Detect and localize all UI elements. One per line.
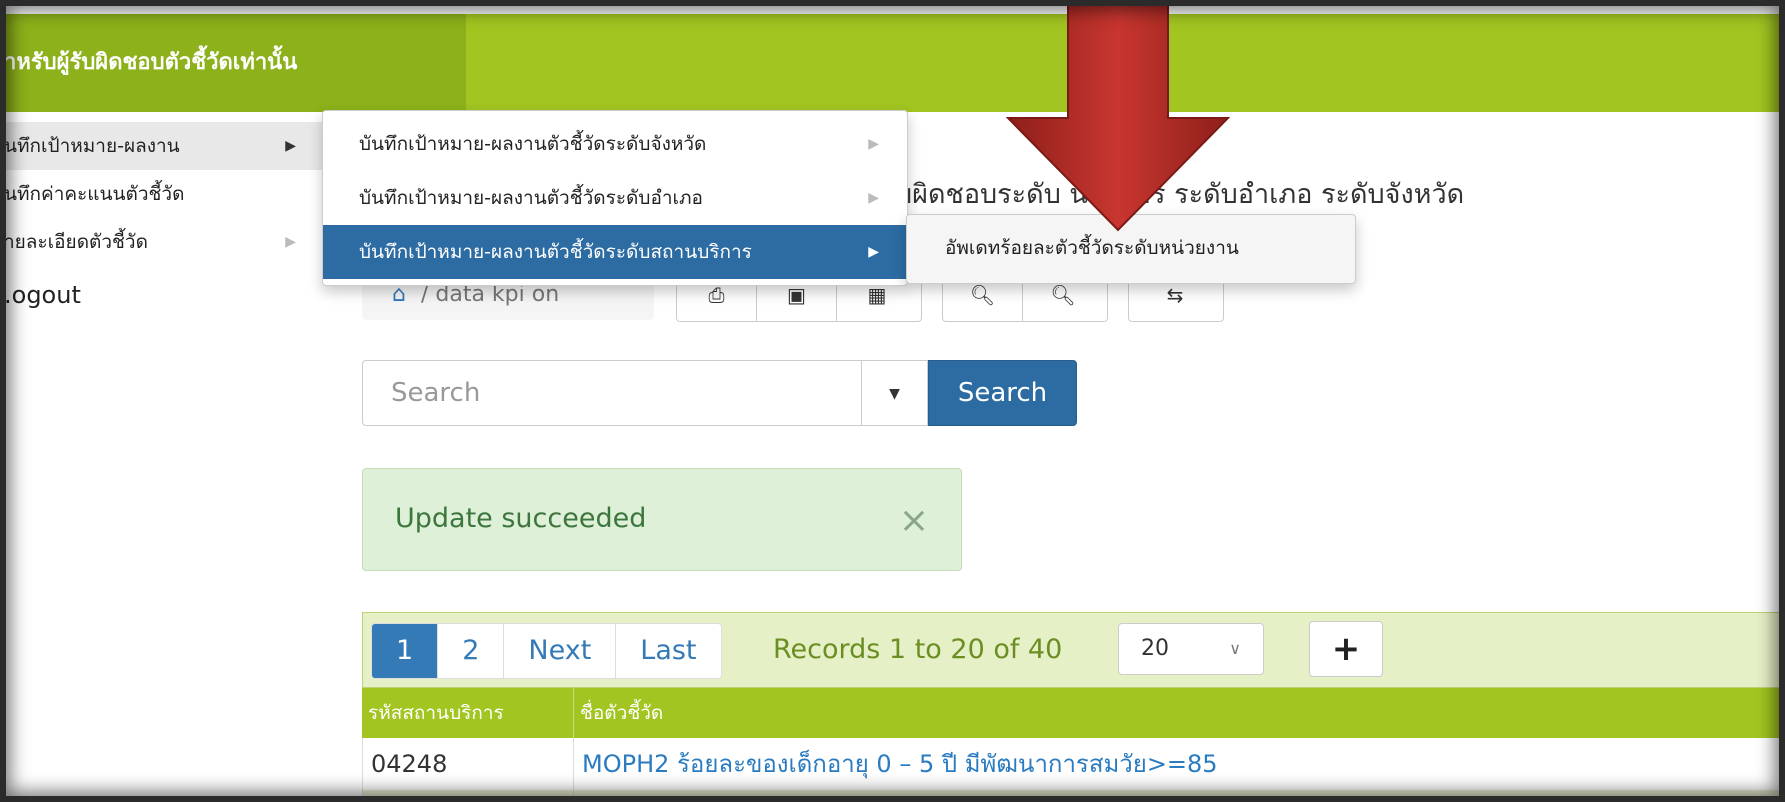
- menu-item-district-level[interactable]: บันทึกเป้าหมาย-ผลงานตัวชี้วัดระดับอำเภอ …: [323, 171, 907, 225]
- page-1-button[interactable]: 1: [372, 624, 439, 678]
- close-icon[interactable]: ×: [899, 469, 929, 573]
- caret-down-icon: ▼: [889, 386, 900, 402]
- sidebar-item-kpi-detail[interactable]: ายละเอียดตัวชี้วัด ▶: [0, 218, 322, 266]
- top-navbar: าหรับผู้รับผิดชอบตัวชี้วัดเท่านั้น: [0, 14, 1785, 112]
- sidebar-item-label: ันทึกเป้าหมาย-ผลงาน: [4, 135, 180, 157]
- page-size-value: 20: [1141, 636, 1169, 661]
- next-page-button[interactable]: Next: [504, 624, 617, 678]
- caret-right-icon: ▶: [868, 244, 879, 260]
- sidebar-item-label: .ogout: [4, 281, 81, 309]
- sidebar-menu: ันทึกเป้าหมาย-ผลงาน ▶ ันทึกค่าคะแนนตัวชี…: [0, 122, 322, 324]
- cell-kpi-name-link[interactable]: MOPH2 ร้อยละของเด็กอายุ 0 – 5 ปี มีพัฒนา…: [574, 738, 1785, 790]
- cell-code: [362, 790, 574, 802]
- cell-kpi-name: [574, 790, 1785, 802]
- column-header-kpi-name[interactable]: ชื่อตัวชี้วัด: [574, 688, 1785, 738]
- cell-code: 04248: [362, 738, 574, 790]
- table-row: [362, 790, 1785, 802]
- alert-message: Update succeeded: [395, 503, 647, 534]
- menu-item-province-level[interactable]: บันทึกเป้าหมาย-ผลงานตัวชี้วัดระดับจังหวั…: [323, 117, 907, 171]
- grid-header: รหัสสถานบริการ ชื่อตัวชี้วัด: [362, 688, 1785, 738]
- grid-toolbar: 1 2 Next Last Records 1 to 20 of 40 20 ∨…: [362, 612, 1785, 688]
- page-size-select[interactable]: 20 ∨: [1118, 623, 1264, 675]
- records-count: Records 1 to 20 of 40: [773, 634, 1063, 665]
- search-button[interactable]: Search: [928, 360, 1077, 426]
- menu-item-label: บันทึกเป้าหมาย-ผลงานตัวชี้วัดระดับอำเภอ: [359, 187, 703, 209]
- page: าหรับผู้รับผิดชอบตัวชี้วัดเท่านั้น ันทึก…: [0, 0, 1785, 802]
- sidebar-item-label: ันทึกค่าคะแนนตัวชี้วัด: [4, 183, 185, 205]
- chevron-down-icon: ∨: [1229, 639, 1241, 658]
- caret-right-icon: ▶: [868, 136, 879, 152]
- add-record-button[interactable]: +: [1309, 621, 1383, 677]
- caret-right-icon: ▶: [868, 190, 879, 206]
- sidebar-item-label: ายละเอียดตัวชี้วัด: [4, 231, 148, 253]
- sidebar-item-logout[interactable]: .ogout: [0, 266, 322, 324]
- annotation-arrow-icon: [1006, 0, 1230, 232]
- caret-right-icon: ▶: [285, 234, 296, 250]
- menu-item-facility-level[interactable]: บันทึกเป้าหมาย-ผลงานตัวชี้วัดระดับสถานบร…: [323, 225, 907, 279]
- success-alert: Update succeeded ×: [362, 468, 962, 571]
- sidebar-item-record-target[interactable]: ันทึกเป้าหมาย-ผลงาน ▶: [0, 122, 322, 170]
- sidebar-item-record-score[interactable]: ันทึกค่าคะแนนตัวชี้วัด: [0, 170, 322, 218]
- table-row: 04248 MOPH2 ร้อยละของเด็กอายุ 0 – 5 ปี ม…: [362, 738, 1785, 791]
- brand-title[interactable]: าหรับผู้รับผิดชอบตัวชี้วัดเท่านั้น: [0, 14, 466, 112]
- search-input[interactable]: Search: [362, 360, 862, 426]
- last-page-button[interactable]: Last: [616, 624, 720, 678]
- page-2-button[interactable]: 2: [438, 624, 505, 678]
- caret-right-icon: ▶: [285, 138, 296, 154]
- menu-item-label: บันทึกเป้าหมาย-ผลงานตัวชี้วัดระดับสถานบร…: [359, 241, 752, 263]
- record-target-submenu: บันทึกเป้าหมาย-ผลงานตัวชี้วัดระดับจังหวั…: [322, 110, 908, 286]
- column-header-code[interactable]: รหัสสถานบริการ: [362, 688, 574, 738]
- search-options-dropdown[interactable]: ▼: [862, 360, 928, 426]
- menu-item-label: บันทึกเป้าหมาย-ผลงานตัวชี้วัดระดับจังหวั…: [359, 133, 707, 155]
- pagination: 1 2 Next Last: [371, 623, 722, 679]
